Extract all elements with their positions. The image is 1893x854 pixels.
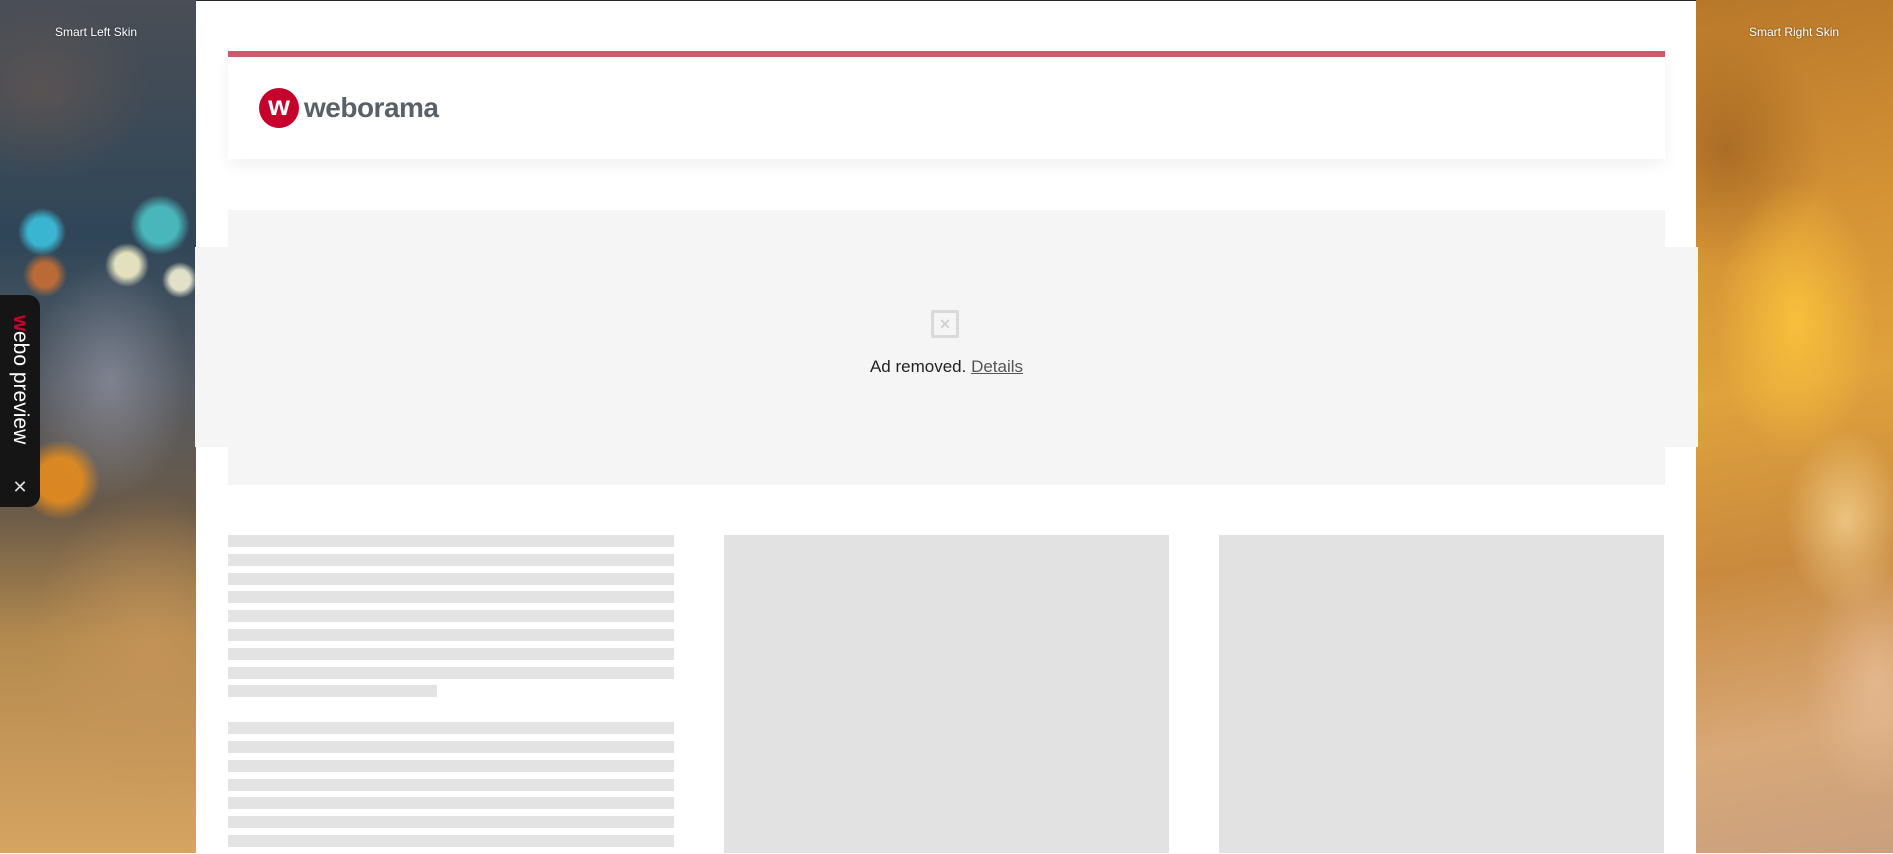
webo-preview-brand-letter: w [9,315,32,332]
right-skin-ad[interactable]: Smart Right Skin [1696,0,1893,853]
text-placeholder-line [228,834,674,847]
text-placeholder-line [228,722,674,735]
text-placeholder-line [228,816,674,829]
text-placeholder-line [228,591,674,604]
text-placeholder-line [228,553,674,566]
details-link[interactable]: Details [971,357,1023,376]
page-frame-border [196,0,1696,1]
left-skin-label: Smart Left Skin [55,25,138,39]
ad-removed-message: Ad removed. Details [195,357,1698,377]
text-placeholder-line [228,740,674,753]
ad-removed-panel: × Ad removed. Details [195,247,1698,447]
ad-removed-text: Ad removed. [869,357,967,376]
site-header: w weborama [228,51,1665,159]
text-placeholder-line [228,666,674,679]
header-accent-bar [228,51,1665,57]
image-placeholder-card [1219,535,1664,853]
text-placeholder-line [228,759,674,772]
text-placeholder-line [228,778,674,791]
broken-image-icon: × [931,310,959,338]
text-placeholder-line [228,685,437,698]
right-skin-label: Smart Right Skin [1749,25,1840,39]
image-placeholder-card [724,535,1169,853]
text-placeholder-line [228,647,674,660]
close-icon[interactable]: ✕ [8,475,32,499]
text-placeholder-line [228,628,674,641]
text-placeholder-line [228,535,674,547]
text-placeholder-line [228,610,674,623]
logo-mark-icon: w [259,88,299,128]
weborama-logo[interactable]: w weborama [259,88,439,128]
webo-preview-text: ebo preview [9,331,32,445]
text-placeholder-line [228,572,674,585]
text-placeholder-column [228,535,674,854]
text-placeholder-line [228,797,674,810]
logo-text: weborama [304,92,439,123]
webo-preview-tab[interactable]: w ebo preview ✕ [0,295,40,507]
